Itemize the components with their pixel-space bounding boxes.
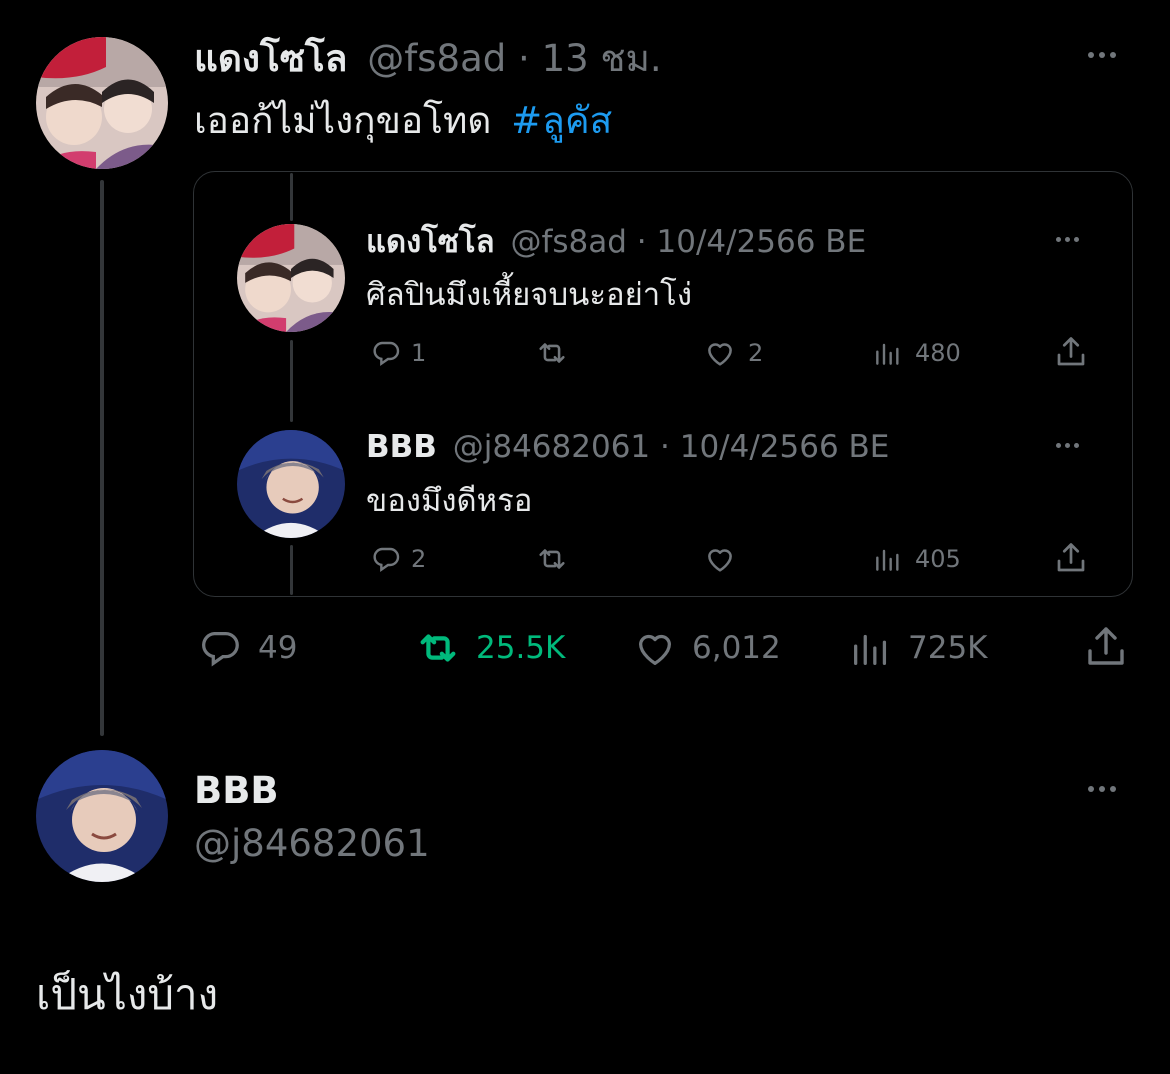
main-author-handle[interactable]: @fs8ad: [367, 37, 506, 80]
retweet-icon: [420, 634, 456, 662]
quoted-1-like-button[interactable]: 2: [702, 336, 763, 370]
reply-tweet-text: เป็นไงบ้าง: [36, 970, 219, 1019]
quoted-author-1-handle[interactable]: @fs8ad: [510, 224, 626, 260]
quoted-tweet-1-text: ศิลปินมึงเหี้ยจบนะอย่าโง่: [366, 277, 692, 313]
main-tweet-body: เออก้ไม่ไงกุขอโทด: [194, 99, 492, 142]
quote-thread-line-top: [290, 173, 293, 221]
reply-icon: [202, 631, 239, 667]
main-author-name[interactable]: แดงโซโล: [194, 37, 347, 80]
quote-thread-line-mid: [290, 340, 293, 422]
quoted-1-views-button[interactable]: 480: [871, 336, 961, 370]
quoted-2-more-icon[interactable]: [1056, 443, 1079, 448]
quote-thread-line-bottom: [290, 545, 293, 595]
main-more-icon[interactable]: [1088, 52, 1116, 58]
main-tweet-header: แดงโซโล @fs8ad · 13 ชม.: [194, 36, 662, 82]
reply-author-handle[interactable]: @j84682061: [194, 821, 430, 867]
like-icon: [708, 549, 732, 572]
main-views-button[interactable]: 725K: [848, 624, 988, 672]
main-reply-count: 49: [258, 630, 298, 666]
quoted-1-views-count: 480: [915, 339, 961, 367]
main-tweet-time[interactable]: 13 ชม.: [542, 37, 662, 80]
quoted-2-reply-button[interactable]: 2: [369, 542, 426, 576]
quoted-1-reply-button[interactable]: 1: [369, 336, 426, 370]
quoted-2-like-button[interactable]: [702, 542, 738, 576]
quoted-1-retweet-button[interactable]: [532, 336, 572, 370]
like-icon: [638, 634, 672, 665]
reply-icon: [373, 547, 400, 572]
quoted-2-reply-count: 2: [411, 545, 427, 573]
share-icon: [1057, 337, 1085, 366]
reply-more-icon[interactable]: [1088, 786, 1116, 792]
quoted-tweet-1-date[interactable]: 10/4/2566 BE: [657, 224, 867, 260]
quoted-2-separator: ·: [660, 429, 670, 465]
quoted-tweet-2-date[interactable]: 10/4/2566 BE: [680, 429, 890, 465]
quoted-author-2-name[interactable]: BBB: [366, 429, 437, 465]
quoted-tweet-2-header: BBB @j84682061 · 10/4/2566 BE: [366, 427, 889, 467]
main-tweet-text: เออก้ไม่ไงกุขอโทด #ลูคัส: [194, 98, 612, 144]
retweet-icon: [539, 549, 565, 569]
quoted-1-share-button[interactable]: [1053, 334, 1089, 370]
quoted-1-like-count: 2: [748, 339, 764, 367]
quoted-author-1-name[interactable]: แดงโซโล: [366, 224, 495, 260]
like-icon: [708, 343, 732, 366]
main-share-button[interactable]: [1082, 622, 1130, 672]
quoted-2-retweet-button[interactable]: [532, 542, 572, 576]
quoted-tweet-2-text: ของมึงดีหรอ: [366, 483, 533, 519]
main-retweet-button[interactable]: 25.5K: [412, 624, 565, 672]
main-retweet-count: 25.5K: [476, 630, 566, 666]
avatar-quoted-author-1[interactable]: [237, 224, 345, 332]
retweet-icon: [539, 343, 565, 363]
main-reply-button[interactable]: 49: [196, 624, 297, 672]
avatar-reply-author[interactable]: [36, 750, 168, 882]
quoted-1-more-icon[interactable]: [1056, 237, 1079, 242]
main-like-button[interactable]: 6,012: [630, 624, 781, 672]
share-icon: [1088, 627, 1124, 665]
quoted-1-separator: ·: [636, 224, 647, 260]
quoted-1-reply-count: 1: [411, 339, 427, 367]
main-views-count: 725K: [908, 630, 988, 666]
quoted-2-views-button[interactable]: 405: [871, 542, 961, 576]
quoted-author-2-handle[interactable]: @j84682061: [453, 429, 650, 465]
quoted-tweet-1-header: แดงโซโล @fs8ad · 10/4/2566 BE: [366, 222, 866, 262]
thread-connector-line: [100, 180, 104, 736]
reply-icon: [373, 341, 400, 366]
reply-author-name[interactable]: BBB: [194, 768, 279, 814]
views-icon: [876, 549, 899, 571]
main-tweet-hashtag[interactable]: #ลูคัส: [511, 99, 612, 142]
avatar-main-author[interactable]: [36, 37, 168, 169]
main-like-count: 6,012: [692, 630, 781, 666]
header-separator: ·: [518, 37, 530, 80]
quoted-2-share-button[interactable]: [1053, 540, 1089, 576]
share-icon: [1057, 543, 1085, 572]
avatar-quoted-author-2[interactable]: [237, 430, 345, 538]
views-icon: [876, 343, 899, 365]
quoted-2-views-count: 405: [915, 545, 961, 573]
views-icon: [854, 634, 887, 665]
